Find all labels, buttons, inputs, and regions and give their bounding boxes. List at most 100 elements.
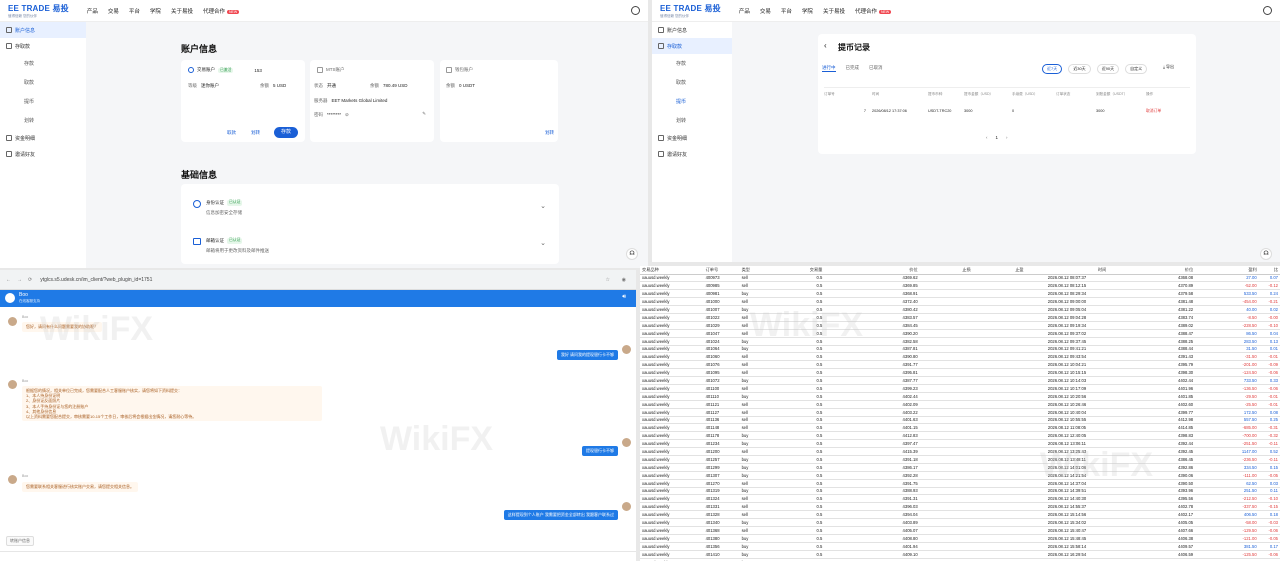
nav-products[interactable]: 产品 (739, 7, 750, 15)
watermark: WikiFX (380, 420, 494, 458)
sidebar-item-transfer[interactable]: 划转 (0, 111, 86, 130)
reload-icon[interactable]: ⟳ (28, 277, 32, 283)
back-icon[interactable]: ← (6, 277, 11, 283)
withdraw-record-panel: EE TRADE 易投 值得信赖 您的伙伴 产品 交易 平台 学院 关于易投 代理… (652, 0, 1280, 262)
table-cell: 400985 (703, 281, 740, 291)
column-header[interactable]: 时间 (1025, 266, 1109, 275)
tab-completed[interactable]: 已完成 (846, 65, 860, 72)
table-cell: 2026.08.12 15:58:14 (1025, 542, 1109, 551)
sidebar-item-fund-details[interactable]: 资金明细 (0, 130, 86, 146)
nav-academy[interactable]: 学院 (802, 7, 813, 15)
sidebar-item-crypto-withdraw[interactable]: 提币 (652, 92, 732, 111)
column-header[interactable]: 交易量 (781, 266, 825, 275)
filter-90d[interactable]: 近90天 (1096, 64, 1120, 74)
sidebar-item-invite[interactable]: 邀请好友 (0, 146, 86, 162)
transfer-link[interactable]: 划转 (251, 130, 260, 136)
nav-about[interactable]: 关于易投 (171, 7, 193, 15)
export-button[interactable]: ⤓ 导出 (1163, 64, 1174, 74)
transfer-link[interactable]: 划转 (545, 130, 554, 136)
column-header[interactable]: 止损 (919, 266, 973, 275)
column-header[interactable]: 订单号 (703, 266, 740, 275)
chevron-down-icon[interactable]: ⌄ (540, 202, 546, 210)
nav-platform[interactable]: 平台 (781, 7, 792, 15)
column-header[interactable]: 比 (1258, 266, 1280, 275)
sidebar-item-deposit[interactable]: 存款 (0, 54, 86, 73)
forward-icon[interactable]: → (17, 277, 22, 283)
profile-icon[interactable]: ◉ (622, 277, 626, 283)
tab-cancelled[interactable]: 已取消 (869, 65, 883, 72)
table-cell: 401121 (703, 400, 740, 409)
nav-trade[interactable]: 交易 (108, 7, 119, 15)
sidebar-item-funds[interactable]: 存取款 (652, 38, 732, 54)
sidebar-item-fund-details[interactable]: 资金明细 (652, 130, 732, 146)
table-cell (919, 542, 973, 551)
cancel-order-link[interactable]: 取消订单 (1146, 109, 1186, 114)
column-header[interactable]: 止盈 (972, 266, 1026, 275)
user-icon[interactable] (631, 6, 640, 15)
nav-platform[interactable]: 平台 (129, 7, 140, 15)
nav-partner[interactable]: 代理合作 NEW (855, 7, 892, 15)
column-header[interactable]: 价位 (824, 266, 920, 275)
table-cell: 401380 (703, 534, 740, 543)
next-page-icon[interactable]: › (1006, 135, 1008, 140)
sidebar-item-funds[interactable]: 存取款 (0, 38, 86, 54)
sidebar-item-withdraw[interactable]: 取款 (652, 73, 732, 92)
page-title: 账户信息 (181, 44, 218, 54)
table-cell: 406.50 (1195, 510, 1259, 520)
sidebar-item-deposit[interactable]: 存款 (652, 54, 732, 73)
tab-in-progress[interactable]: 进行中 (822, 65, 836, 72)
filter-custom[interactable]: 自定义 (1125, 64, 1148, 74)
sidebar-item-crypto-withdraw[interactable]: 提币 (0, 92, 86, 111)
nav-trade[interactable]: 交易 (760, 7, 771, 15)
back-icon[interactable]: ‹ (824, 41, 827, 50)
sidebar-item-withdraw[interactable]: 取款 (0, 73, 86, 92)
user-icon[interactable] (1263, 6, 1272, 15)
chevron-down-icon[interactable]: ⌄ (540, 239, 546, 247)
id-verify-desc: 信息加密安全存储 (206, 210, 242, 215)
table-cell: 4386.17 (824, 463, 920, 472)
prev-page-icon[interactable]: ‹ (986, 135, 988, 140)
table-cell (919, 494, 973, 504)
sidebar-item-invite[interactable]: 邀请好友 (652, 146, 732, 162)
sidebar-item-account[interactable]: 账户信息 (652, 22, 732, 38)
sidebar-item-account[interactable]: 账户信息 (0, 22, 86, 38)
url-bar[interactable]: ytglcs.s5.udesk.cn/im_client/?web_plugin… (40, 277, 152, 283)
sound-icon[interactable]: 🔊︎ (622, 294, 626, 301)
email-verify-row[interactable]: 邮箱认证 已认证 邮箱将用于更改资料及邮件推送 (193, 238, 269, 254)
deposit-button[interactable]: 存款 (274, 127, 298, 138)
table-cell: 2026.08.12 10:55:55 (1025, 416, 1109, 425)
column-header[interactable]: 类型 (739, 266, 782, 275)
table-cell: 0.04 (1258, 329, 1280, 338)
brand-logo[interactable]: EE TRADE 易投 值得信赖 您的伙伴 (8, 3, 69, 19)
brand-logo[interactable]: EE TRADE 易投 值得信赖 您的伙伴 (660, 3, 721, 19)
nav-products[interactable]: 产品 (87, 7, 98, 15)
nav-academy[interactable]: 学院 (150, 7, 161, 15)
star-icon[interactable]: ☆ (606, 277, 610, 283)
table-cell: -0.01 (1258, 392, 1280, 401)
nav-about[interactable]: 关于易投 (823, 7, 845, 15)
column-header[interactable]: 盈利 (1195, 266, 1259, 275)
headset-icon[interactable]: ☊ (1260, 248, 1272, 260)
column-header[interactable]: 价位 (1108, 266, 1196, 275)
edit-icon[interactable]: ✎ (422, 111, 426, 117)
id-verify-row[interactable]: 身份认证 已认证 信息加密安全存储 (193, 200, 243, 216)
table-cell: xauusd.weekly (640, 550, 704, 559)
page-number[interactable]: 1 (996, 135, 999, 140)
table-cell: 401368 (703, 526, 740, 535)
table-cell (919, 534, 973, 543)
column-header[interactable]: 交易品种 (640, 266, 704, 275)
table-cell: sell (739, 297, 782, 307)
withdraw-link[interactable]: 取款 (227, 130, 236, 136)
sidebar-item-transfer[interactable]: 划转 (652, 111, 732, 130)
filter-7d[interactable]: 近7天 (1042, 64, 1063, 74)
transfer-info-button[interactable]: 转账户信息 (6, 536, 34, 546)
table-row: xauusd.weekly 401072 buy 0.5 4387.77 2026.08.… (640, 376, 1280, 385)
nav-partner[interactable]: 代理合作 NEW (203, 7, 240, 15)
headset-icon[interactable]: ☊ (626, 248, 638, 260)
eye-off-icon[interactable]: ⊘ (345, 112, 349, 118)
table-cell: 401340 (703, 518, 740, 527)
table-cell (972, 455, 1026, 464)
filter-30d[interactable]: 近30天 (1068, 64, 1091, 74)
chat-input-bar[interactable] (0, 551, 636, 561)
table-cell: 0.5 (781, 352, 825, 362)
